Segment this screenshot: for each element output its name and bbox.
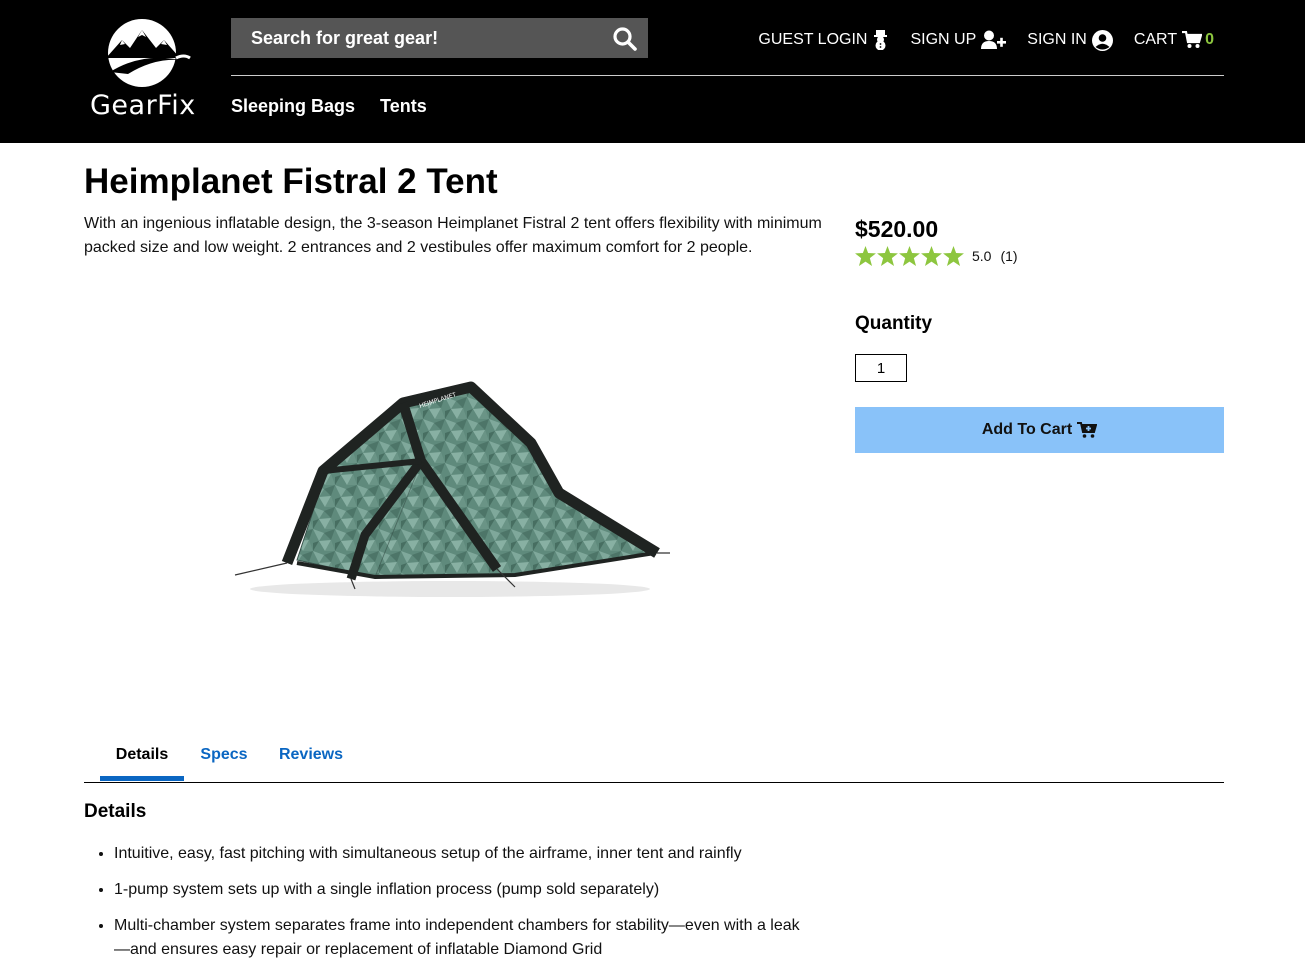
guest-login-label: GUEST LOGIN xyxy=(758,31,868,48)
rating-score: 5.0 xyxy=(972,248,992,264)
add-to-cart-button[interactable]: Add To Cart xyxy=(855,407,1224,453)
tab-details[interactable]: Details xyxy=(100,737,184,781)
tent-image: HEIMPLANET xyxy=(234,381,670,597)
snowman-icon xyxy=(874,30,888,50)
cart-label: CART xyxy=(1133,31,1178,48)
search-icon xyxy=(613,27,637,51)
product-rating[interactable]: 5.0 (1) xyxy=(855,246,1018,266)
search-bar xyxy=(231,18,648,58)
cart-icon xyxy=(1182,31,1203,48)
quantity-label: Quantity xyxy=(855,313,933,334)
account-nav: GUEST LOGIN SIGN UP SIGN IN CART 0 xyxy=(737,28,1214,52)
tab-specs[interactable]: Specs xyxy=(192,737,256,781)
product-title: Heimplanet Fistral 2 Tent xyxy=(84,162,498,201)
sign-up-link[interactable]: SIGN UP xyxy=(910,30,1007,50)
details-list: Intuitive, easy, fast pitching with simu… xyxy=(84,842,814,974)
cart-count-badge: 0 xyxy=(1205,31,1214,48)
details-heading: Details xyxy=(84,801,147,822)
rating-count: (1) xyxy=(1000,248,1018,264)
sign-in-label: SIGN IN xyxy=(1027,31,1087,48)
sign-in-link[interactable]: SIGN IN xyxy=(1027,29,1113,51)
star-icon xyxy=(877,246,898,266)
search-button[interactable] xyxy=(612,26,638,52)
product-image: HEIMPLANET xyxy=(225,375,680,605)
tab-reviews[interactable]: Reviews xyxy=(270,737,352,781)
gearfix-logo[interactable]: GearFix xyxy=(84,18,200,128)
brand-name: GearFix xyxy=(90,90,196,121)
cart-link[interactable]: CART 0 xyxy=(1134,31,1214,49)
quantity-input[interactable] xyxy=(855,354,907,382)
mountain-logo-icon xyxy=(106,19,191,87)
star-icon xyxy=(855,246,876,266)
category-sleeping-bags[interactable]: Sleeping Bags xyxy=(231,96,355,117)
list-item: 1-pump system sets up with a single infl… xyxy=(114,878,814,902)
add-to-cart-label: Add To Cart xyxy=(981,421,1073,438)
guest-login-link[interactable]: GUEST LOGIN xyxy=(758,30,889,50)
rating-stars xyxy=(855,246,965,266)
header-divider xyxy=(231,75,1224,76)
star-icon xyxy=(921,246,942,266)
star-icon xyxy=(943,246,964,266)
star-icon xyxy=(899,246,920,266)
product-price: $520.00 xyxy=(855,216,939,242)
list-item: Intuitive, easy, fast pitching with simu… xyxy=(114,842,814,866)
list-item: Multi-chamber system separates frame int… xyxy=(114,914,814,962)
search-input[interactable] xyxy=(231,18,591,58)
cart-plus-icon xyxy=(1077,421,1098,438)
user-plus-icon xyxy=(981,30,1007,49)
category-tents[interactable]: Tents xyxy=(380,96,427,117)
sign-up-label: SIGN UP xyxy=(910,31,977,48)
product-tabs: Details Specs Reviews xyxy=(84,737,1224,783)
site-header: GearFix GUEST LOGIN SIGN UP xyxy=(0,0,1305,143)
user-circle-icon xyxy=(1091,29,1113,51)
category-nav: Sleeping Bags Tents xyxy=(231,96,452,117)
product-description: With an ingenious inflatable design, the… xyxy=(84,215,822,256)
